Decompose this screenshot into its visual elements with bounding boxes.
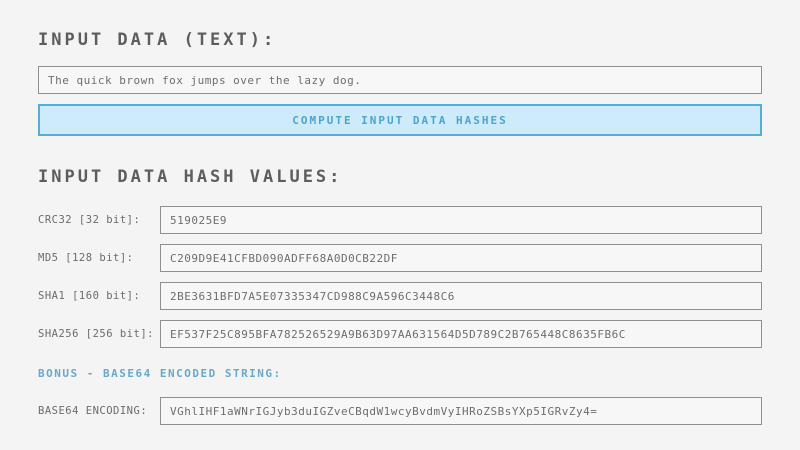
input-data-field[interactable] xyxy=(38,66,762,94)
hash-rows: CRC32 [32 bit]: MD5 [128 bit]: SHA1 [160… xyxy=(38,206,762,348)
sha1-value-field[interactable] xyxy=(160,282,762,310)
table-row-sha1: SHA1 [160 bit]: xyxy=(38,282,762,310)
crc32-value-field[interactable] xyxy=(160,206,762,234)
base64-label: BASE64 ENCODING: xyxy=(38,405,160,417)
sha256-value-field[interactable] xyxy=(160,320,762,348)
base64-value-field[interactable] xyxy=(160,397,762,425)
compute-hashes-button[interactable]: COMPUTE INPUT DATA HASHES xyxy=(38,104,762,136)
table-row-crc32: CRC32 [32 bit]: xyxy=(38,206,762,234)
sha1-label: SHA1 [160 bit]: xyxy=(38,290,160,302)
hash-tool-page: INPUT DATA (TEXT): COMPUTE INPUT DATA HA… xyxy=(0,0,800,450)
table-row-base64: BASE64 ENCODING: xyxy=(38,397,762,425)
md5-value-field[interactable] xyxy=(160,244,762,272)
md5-label: MD5 [128 bit]: xyxy=(38,252,160,264)
bonus-base64-heading: BONUS - BASE64 ENCODED STRING: xyxy=(38,367,762,380)
crc32-label: CRC32 [32 bit]: xyxy=(38,214,160,226)
table-row-md5: MD5 [128 bit]: xyxy=(38,244,762,272)
hash-values-heading: INPUT DATA HASH VALUES: xyxy=(38,167,762,187)
input-data-heading: INPUT DATA (TEXT): xyxy=(38,30,762,50)
table-row-sha256: SHA256 [256 bit]: xyxy=(38,320,762,348)
sha256-label: SHA256 [256 bit]: xyxy=(38,328,160,340)
